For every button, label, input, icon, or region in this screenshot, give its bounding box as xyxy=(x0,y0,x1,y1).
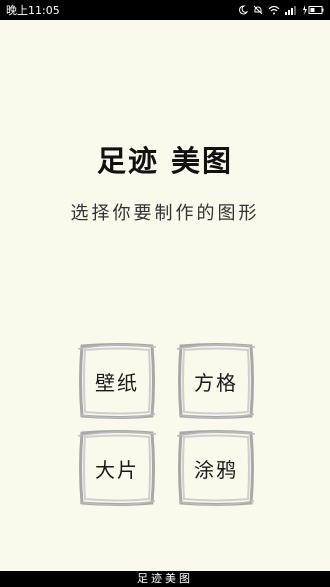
page-subtitle: 选择你要制作的图形 xyxy=(70,203,260,224)
big-picture-button[interactable]: 大片 xyxy=(76,428,158,508)
grid-label: 方格 xyxy=(194,370,238,395)
status-icons xyxy=(238,5,324,15)
graffiti-button[interactable]: 涂鸦 xyxy=(175,428,257,508)
footer-label: 足迹美图 xyxy=(137,572,193,585)
mute-bell-icon xyxy=(253,5,263,15)
graffiti-label: 涂鸦 xyxy=(194,457,238,482)
wallpaper-label: 壁纸 xyxy=(95,370,139,395)
status-bar: 晚上11:05 xyxy=(0,0,330,20)
footer-bar: 足迹美图 xyxy=(0,571,330,587)
status-time: 晚上11:05 xyxy=(6,4,60,17)
battery-charging-icon xyxy=(303,5,324,15)
wifi-icon xyxy=(268,5,280,15)
moon-icon xyxy=(239,5,248,15)
app-title: 足迹 美图 xyxy=(96,144,234,178)
grid-button[interactable]: 方格 xyxy=(175,341,257,421)
wallpaper-button[interactable]: 壁纸 xyxy=(76,341,158,421)
signal-icon xyxy=(285,6,296,15)
big-picture-label: 大片 xyxy=(95,457,139,482)
